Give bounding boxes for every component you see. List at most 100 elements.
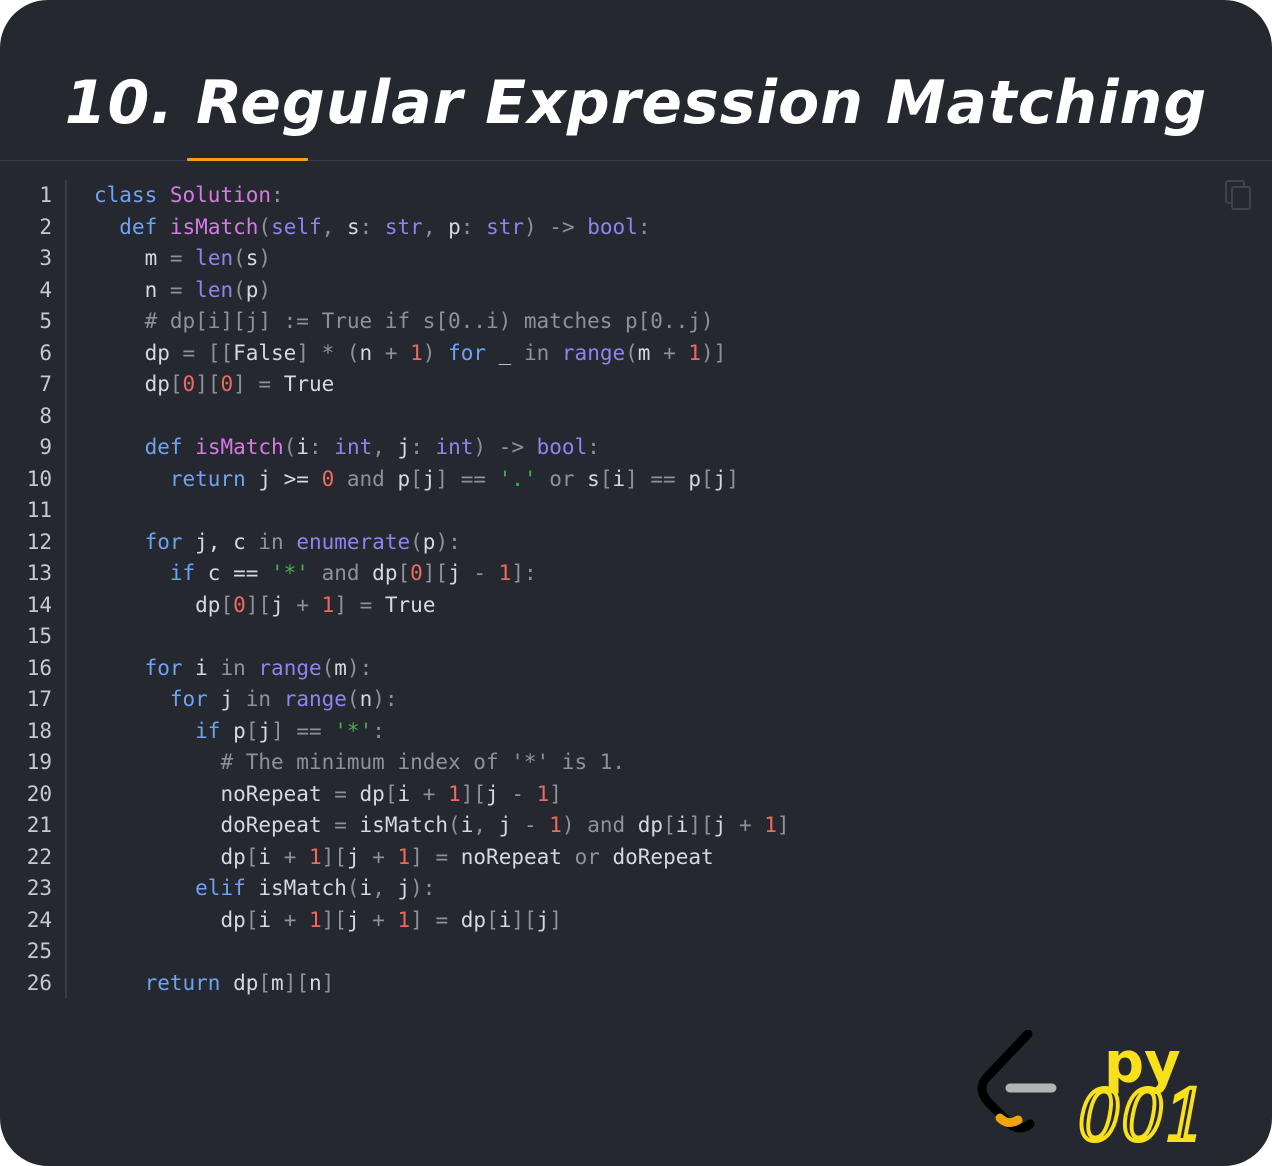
code-line: 3 m = len(s) <box>0 243 1272 275</box>
line-number: 14 <box>26 592 52 617</box>
code-token: ][ <box>422 561 449 585</box>
code-token: isMatch <box>195 435 284 459</box>
code-text: # dp[i][j] := True if s[0..i) matches p[… <box>94 306 714 338</box>
code-token: len <box>195 277 234 302</box>
code-token: i <box>498 907 512 932</box>
code-token: - <box>498 781 537 806</box>
code-text: n = len(p) <box>94 275 272 307</box>
code-token: ( <box>258 214 272 239</box>
code-token: ): <box>372 687 398 711</box>
code-token: int <box>435 435 474 459</box>
code-token: noRepeat <box>220 781 322 806</box>
code-line: 9 def isMatch(i: int, j: int) -> bool: <box>0 432 1272 464</box>
code-token: : <box>271 183 284 207</box>
code-token: + <box>283 592 322 617</box>
code-text: def isMatch(i: int, j: int) -> bool: <box>94 432 600 464</box>
code-token: n <box>359 687 373 711</box>
code-token: j <box>536 907 550 932</box>
line-number: 17 <box>26 687 52 711</box>
code-token: '*' <box>271 561 309 585</box>
code-token: dp <box>220 844 246 869</box>
code-token: + <box>726 813 765 837</box>
line-number: 22 <box>26 844 52 869</box>
code-token: isMatch <box>245 876 347 900</box>
code-token: 1 <box>764 813 777 837</box>
code-token: ] == <box>625 466 689 491</box>
code-token: 1 <box>549 813 562 837</box>
code-token: p <box>220 718 246 743</box>
code-token: or <box>536 466 588 491</box>
code-token: ( <box>448 813 461 837</box>
code-token: 0 <box>233 592 246 617</box>
code-token: ][ <box>195 372 221 396</box>
code-token: p <box>688 466 701 491</box>
code-token: i <box>359 876 373 900</box>
code-text: elif isMatch(i, j): <box>94 873 435 905</box>
code-text: doRepeat = isMatch(i, j - 1) and dp[i][j… <box>94 810 789 842</box>
code-token: 0 <box>182 372 196 396</box>
code-token: , <box>321 214 347 239</box>
code-token: for <box>144 529 183 554</box>
line-number: 10 <box>26 466 52 491</box>
code-token: isMatch <box>359 813 449 837</box>
code-token: 1 <box>448 781 461 806</box>
code-token: ][ <box>321 844 347 869</box>
line-number: 2 <box>39 214 52 239</box>
code-token: # dp[i][j] := True if s[0..i) matches p[… <box>144 309 714 333</box>
code-token: ): <box>410 876 436 900</box>
code-token: [ <box>701 466 714 491</box>
code-token: : <box>309 435 335 459</box>
code-token: j <box>258 718 272 743</box>
code-token: j, c <box>182 529 259 554</box>
code-token: + <box>372 340 411 365</box>
code-line: 7 dp[0][0] = True <box>0 369 1272 401</box>
code-token: int <box>334 435 373 459</box>
code-token: ] = <box>334 592 385 617</box>
code-token: = <box>321 813 360 837</box>
line-number: 16 <box>26 655 52 680</box>
code-token: return <box>144 970 221 995</box>
code-token: + <box>271 907 309 932</box>
code-line: 19 # The minimum index of '*' is 1. <box>0 747 1272 779</box>
code-line: 26 return dp[m][n] <box>0 968 1272 1000</box>
code-line: 8 <box>0 401 1272 433</box>
code-token: doRepeat <box>612 844 714 869</box>
code-token: [ <box>486 907 499 932</box>
code-token: m <box>144 246 158 270</box>
code-token: i <box>397 781 411 806</box>
code-token: len <box>195 246 234 270</box>
line-number: 24 <box>26 907 52 932</box>
code-token: ( <box>283 435 297 459</box>
code-line: 24 dp[i + 1][j + 1] = dp[i][j] <box>0 905 1272 937</box>
code-token: + <box>650 340 689 365</box>
code-token: p <box>397 466 411 491</box>
code-token: ( <box>625 340 638 365</box>
code-token: n <box>308 970 322 995</box>
code-line: 25 <box>0 936 1272 968</box>
line-number: 5 <box>39 309 52 333</box>
code-text: if p[j] == '*': <box>94 716 385 748</box>
code-token: + <box>271 844 309 869</box>
code-token: [ <box>258 970 272 995</box>
code-token: range <box>283 687 347 711</box>
code-token: [ <box>599 466 613 491</box>
code-token: dp <box>359 781 385 806</box>
line-number: 7 <box>39 372 52 396</box>
code-token: noRepeat <box>460 844 562 869</box>
code-token: in <box>245 687 272 711</box>
line-number: 19 <box>26 750 52 774</box>
code-token: ) <box>258 246 272 270</box>
code-token: i <box>296 435 309 459</box>
code-token: ] == <box>271 718 335 743</box>
code-token: i <box>182 655 221 680</box>
code-token: p <box>245 277 259 302</box>
code-token: n <box>359 340 373 365</box>
code-line: 15 <box>0 621 1272 653</box>
